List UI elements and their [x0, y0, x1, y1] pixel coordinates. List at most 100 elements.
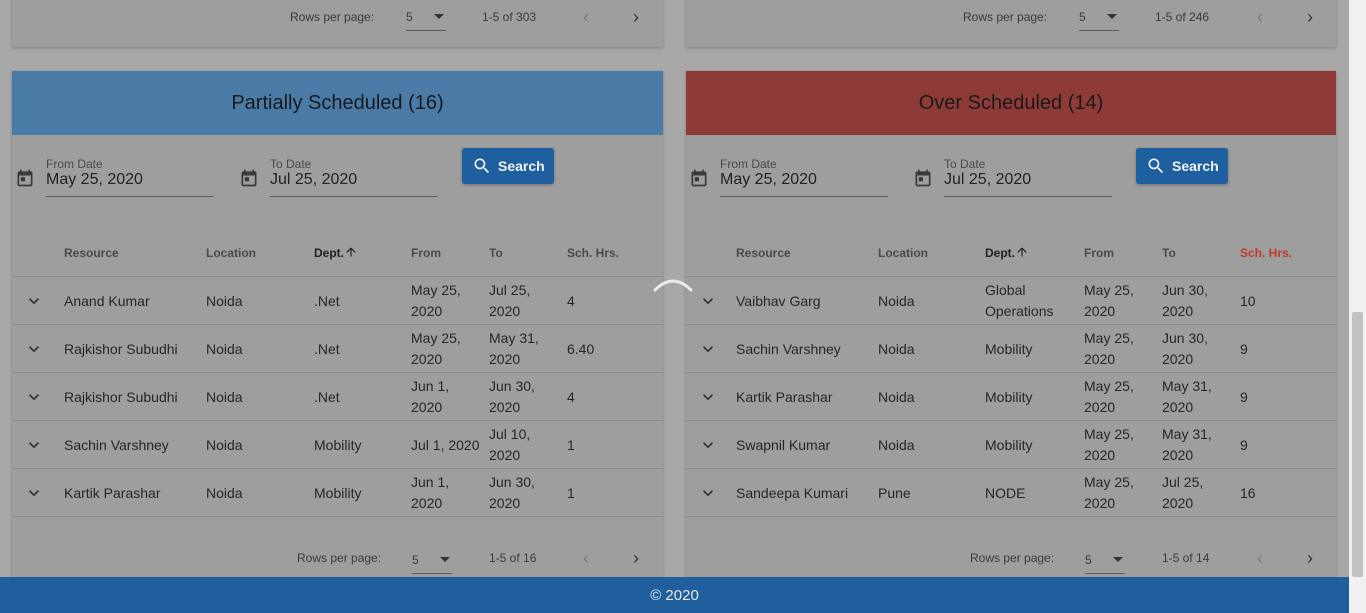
- column-header-dept[interactable]: Dept.: [985, 246, 1015, 260]
- next-page-button[interactable]: ›: [624, 546, 648, 570]
- cell-from: May 25, 2020: [1084, 474, 1134, 511]
- arrow-up-icon: [346, 247, 356, 257]
- from-date-label: From Date: [46, 157, 103, 171]
- cell-location: Noida: [878, 388, 915, 405]
- rows-per-page-select[interactable]: 5: [1079, 3, 1119, 31]
- cell-location: Noida: [206, 388, 243, 405]
- cell-sch-hrs: 16: [1240, 484, 1256, 501]
- search-icon: [1148, 158, 1164, 174]
- chevron-down-icon[interactable]: [24, 339, 44, 359]
- cell-resource: Rajkishor Subudhi: [64, 340, 178, 357]
- cell-sch-hrs: 4: [567, 388, 575, 405]
- search-button-label: Search: [498, 158, 545, 174]
- table-row[interactable]: Anand Kumar Noida .Net May 25, 2020 Jul 25, …: [12, 277, 663, 325]
- search-button[interactable]: Search: [462, 148, 554, 184]
- next-page-button[interactable]: ›: [624, 5, 648, 29]
- table-row[interactable]: Kartik Parashar Noida Mobility May 25, 2020…: [686, 373, 1336, 421]
- cell-sch-hrs: 6.40: [567, 340, 595, 357]
- chevron-down-icon[interactable]: [698, 483, 718, 503]
- chevron-down-icon[interactable]: [24, 387, 44, 407]
- top-right-paginator: Rows per page: 5 1-5 of 246 ‹ ›: [686, 0, 1336, 37]
- rows-per-page-value: 5: [1079, 9, 1086, 24]
- prev-page-button[interactable]: ‹: [1248, 546, 1272, 570]
- calendar-icon[interactable]: [15, 168, 35, 188]
- chevron-down-icon[interactable]: [698, 339, 718, 359]
- chevron-down-icon[interactable]: [24, 291, 44, 311]
- chevron-down-icon[interactable]: [24, 483, 44, 503]
- column-header-sch-hrs[interactable]: Sch. Hrs.: [567, 246, 619, 260]
- table-row[interactable]: Sachin Varshney Noida Mobility Jul 1, 2020 J…: [12, 421, 663, 469]
- top-left-paginator: Rows per page: 5 1-5 of 303 ‹ ›: [12, 0, 663, 37]
- cell-from: May 25, 2020: [411, 330, 461, 367]
- cell-resource: Sachin Varshney: [64, 436, 169, 453]
- vertical-scrollbar[interactable]: [1349, 0, 1366, 613]
- dropdown-caret-icon: [434, 14, 444, 19]
- chevron-down-icon[interactable]: [698, 291, 718, 311]
- rows-per-page-value: 5: [1085, 552, 1092, 567]
- cell-to: Jul 25, 2020: [489, 282, 531, 319]
- calendar-icon[interactable]: [689, 168, 709, 188]
- cell-to: Jul 25, 2020: [1162, 474, 1204, 511]
- column-header-to[interactable]: To: [489, 246, 503, 260]
- to-date-field[interactable]: To Date Jul 25, 2020: [270, 157, 438, 197]
- table-row[interactable]: Rajkishor Subudhi Noida .Net Jun 1, 2020 Jun…: [12, 373, 663, 421]
- next-page-button[interactable]: ›: [1298, 546, 1322, 570]
- table-row[interactable]: Rajkishor Subudhi Noida .Net May 25, 2020 Ma…: [12, 325, 663, 373]
- cell-resource: Sandeepa Kumari: [736, 484, 849, 501]
- cell-to: May 31, 2020: [1162, 426, 1212, 463]
- cell-to: Jun 30, 2020: [489, 474, 535, 511]
- cell-sch-hrs: 9: [1240, 388, 1248, 405]
- rows-per-page-select[interactable]: 5: [412, 546, 452, 574]
- cell-resource: Anand Kumar: [64, 292, 150, 309]
- search-button[interactable]: Search: [1136, 148, 1228, 184]
- table-row[interactable]: Kartik Parashar Noida Mobility Jun 1, 2020 J…: [12, 469, 663, 517]
- chevron-down-icon[interactable]: [24, 435, 44, 455]
- table-row[interactable]: Vaibhav Garg Noida Global Operations May 25…: [686, 277, 1336, 325]
- rows-per-page-value: 5: [406, 9, 413, 24]
- cell-location: Pune: [878, 484, 911, 501]
- rows-per-page-label: Rows per page:: [970, 551, 1055, 565]
- table-row[interactable]: Swapnil Kumar Noida Mobility May 25, 2020 Ma…: [686, 421, 1336, 469]
- cell-from: May 25, 2020: [1084, 282, 1134, 319]
- calendar-icon[interactable]: [239, 168, 259, 188]
- prev-page-button[interactable]: ‹: [1248, 5, 1272, 29]
- rows-per-page-select[interactable]: 5: [406, 3, 446, 31]
- table-row[interactable]: Sandeepa Kumari Pune NODE May 25, 2020 Jul 2…: [686, 469, 1336, 517]
- next-page-button[interactable]: ›: [1298, 5, 1322, 29]
- cell-dept: .Net: [314, 388, 340, 405]
- cell-location: Noida: [878, 436, 915, 453]
- cell-from: May 25, 2020: [1084, 330, 1134, 367]
- column-header-location[interactable]: Location: [878, 246, 928, 260]
- cell-location: Noida: [206, 340, 243, 357]
- cell-to: Jul 10, 2020: [489, 426, 531, 463]
- table-header: Resource Location Dept. From To Sch. Hrs…: [12, 229, 663, 277]
- panel-header: Over Scheduled (14): [686, 71, 1336, 135]
- column-header-location[interactable]: Location: [206, 246, 256, 260]
- column-header-from[interactable]: From: [411, 246, 441, 260]
- chevron-down-icon[interactable]: [698, 387, 718, 407]
- column-header-from[interactable]: From: [1084, 246, 1114, 260]
- cell-dept: Mobility: [985, 340, 1033, 357]
- column-header-resource[interactable]: Resource: [736, 246, 791, 260]
- from-date-field[interactable]: From Date May 25, 2020: [720, 157, 888, 197]
- from-date-field[interactable]: From Date May 25, 2020: [46, 157, 214, 197]
- rows-per-page-select[interactable]: 5: [1085, 546, 1125, 574]
- panel-paginator: Rows per page: 5 1-5 of 16 ‹ ›: [12, 538, 663, 578]
- cell-resource: Vaibhav Garg: [736, 292, 821, 309]
- column-header-resource[interactable]: Resource: [64, 246, 119, 260]
- chevron-down-icon[interactable]: [698, 435, 718, 455]
- cell-sch-hrs: 1: [567, 436, 575, 453]
- table-row[interactable]: Sachin Varshney Noida Mobility May 25, 2020…: [686, 325, 1336, 373]
- cell-dept: Mobility: [314, 484, 362, 501]
- cell-dept: NODE: [985, 484, 1026, 501]
- prev-page-button[interactable]: ‹: [574, 5, 598, 29]
- to-date-field[interactable]: To Date Jul 25, 2020: [944, 157, 1112, 197]
- column-header-dept[interactable]: Dept.: [314, 246, 344, 260]
- column-header-to[interactable]: To: [1162, 246, 1176, 260]
- column-header-sch-hrs[interactable]: Sch. Hrs.: [1240, 246, 1292, 260]
- scrollbar-thumb[interactable]: [1352, 312, 1363, 577]
- cell-resource: Rajkishor Subudhi: [64, 388, 178, 405]
- prev-page-button[interactable]: ‹: [574, 546, 598, 570]
- page-range: 1-5 of 303: [482, 10, 537, 24]
- calendar-icon[interactable]: [913, 168, 933, 188]
